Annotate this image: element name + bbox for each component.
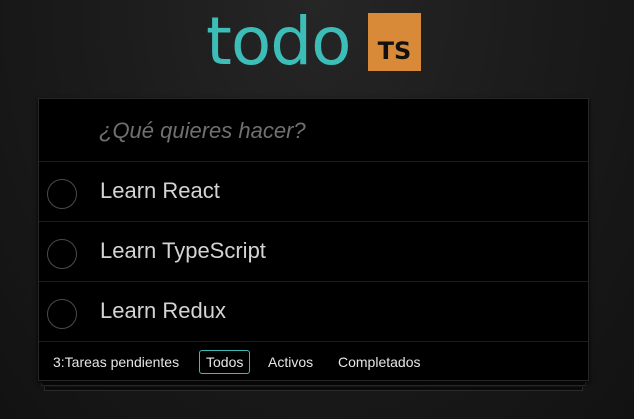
todo-toggle-checkbox[interactable]	[47, 179, 77, 209]
todo-label[interactable]: Learn TypeScript	[100, 237, 266, 265]
stack-shadow	[41, 382, 586, 386]
app-header: todo TS	[0, 0, 634, 96]
filter-active-button[interactable]: Activos	[261, 350, 320, 374]
todo-item: Learn TypeScript	[39, 222, 588, 282]
new-todo-row	[39, 99, 588, 162]
todo-item: Learn Redux	[39, 282, 588, 342]
new-todo-input[interactable]	[99, 111, 569, 151]
todo-item: Learn React	[39, 162, 588, 222]
todo-label[interactable]: Learn Redux	[100, 297, 226, 325]
filter-completed-button[interactable]: Completados	[331, 350, 428, 374]
todo-footer: 3:Tareas pendientes Todos Activos Comple…	[39, 343, 588, 381]
pending-count: 3:Tareas pendientes	[53, 354, 180, 370]
todo-toggle-checkbox[interactable]	[47, 299, 77, 329]
logo-text: todo	[206, 3, 352, 80]
stack-shadow-bottom	[44, 387, 583, 391]
todo-toggle-checkbox[interactable]	[47, 239, 77, 269]
todo-list: Learn React Learn TypeScript Learn Redux	[39, 162, 588, 342]
filter-all-button[interactable]: Todos	[199, 350, 251, 374]
todo-label[interactable]: Learn React	[100, 177, 220, 205]
todo-app: Learn React Learn TypeScript Learn Redux…	[38, 98, 589, 381]
logo-badge: TS	[368, 13, 421, 71]
